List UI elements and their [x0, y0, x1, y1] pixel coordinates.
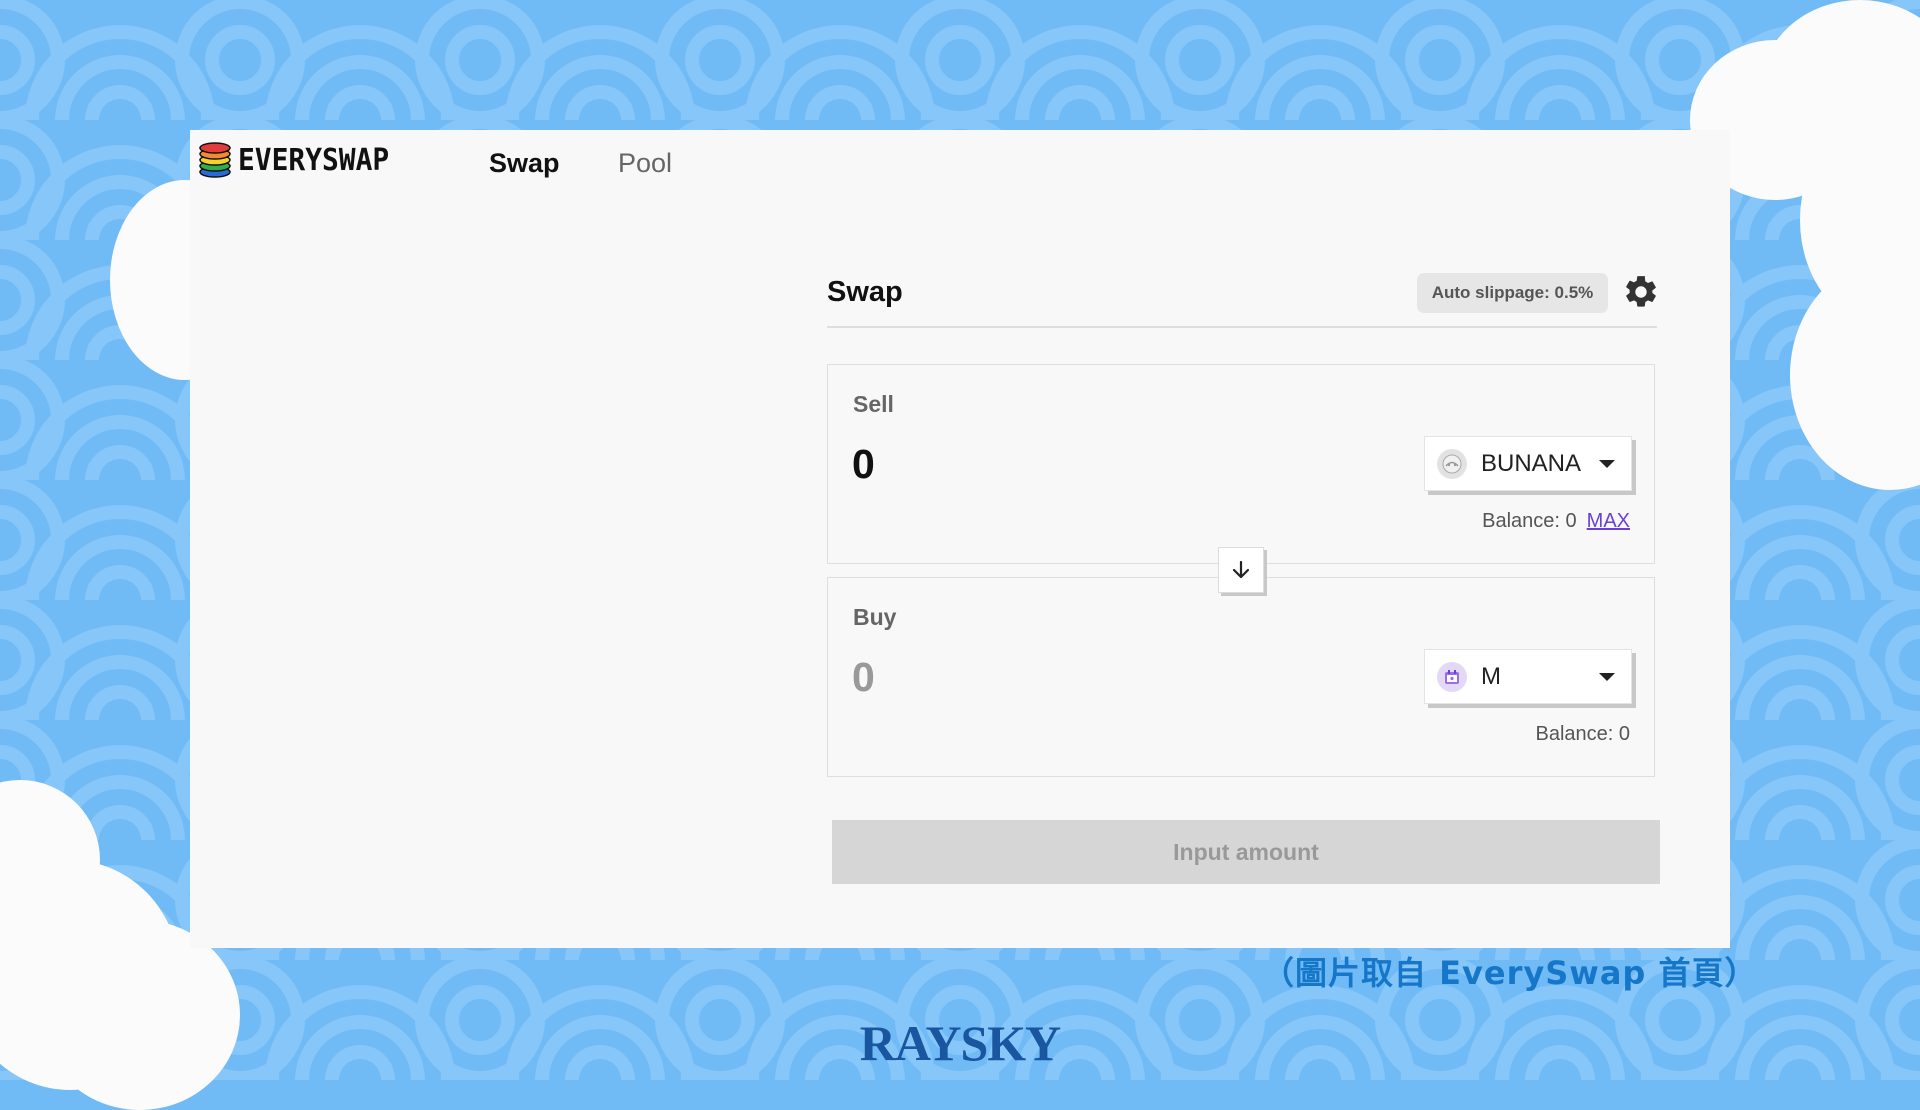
tab-swap[interactable]: Swap [489, 148, 560, 179]
sell-token-name: BUNANA [1481, 449, 1582, 477]
calendar-token-icon [1437, 661, 1467, 692]
slippage-badge[interactable]: Auto slippage: 0.5% [1417, 273, 1608, 313]
bunana-token-icon [1437, 448, 1467, 479]
app-window: EVERYSWAP Swap Pool Swap Auto slippage: … [190, 130, 1730, 948]
brand-name: EVERYSWAP [238, 142, 390, 178]
brand[interactable]: EVERYSWAP [198, 140, 401, 180]
sell-label: Sell [853, 391, 894, 417]
sell-panel: Sell BUNANA Balance: 0 MAX [827, 364, 1655, 564]
buy-token-select[interactable]: M [1424, 649, 1632, 704]
tab-pool[interactable]: Pool [618, 148, 672, 179]
buy-token-name: M [1481, 662, 1501, 690]
buy-label: Buy [853, 604, 897, 630]
footer-brand: RAYSKY [859, 1015, 1062, 1071]
flip-direction-button[interactable] [1218, 547, 1264, 593]
image-caption: （圖片取自 EverySwap 首頁） [1262, 954, 1758, 992]
buy-amount-input[interactable] [852, 652, 1302, 702]
input-amount-button[interactable]: Input amount [832, 820, 1660, 884]
sell-balance: Balance: 0 [1482, 510, 1577, 532]
gear-icon[interactable] [1622, 273, 1660, 311]
arrow-down-icon [1232, 560, 1250, 579]
chevron-down-icon [1599, 459, 1615, 468]
stacked-rings-logo-icon [199, 142, 231, 178]
swap-title: Swap [827, 276, 903, 308]
sell-balance-row: Balance: 0 MAX [1482, 510, 1630, 533]
max-button[interactable]: MAX [1587, 510, 1630, 532]
header-divider [827, 326, 1657, 328]
buy-balance: Balance: 0 [1535, 723, 1630, 745]
buy-panel: Buy M Balance: 0 [827, 577, 1655, 777]
buy-balance-row: Balance: 0 [1535, 723, 1630, 746]
sell-token-select[interactable]: BUNANA [1424, 436, 1632, 491]
sell-amount-input[interactable] [852, 439, 1302, 489]
chevron-down-icon [1599, 672, 1615, 681]
